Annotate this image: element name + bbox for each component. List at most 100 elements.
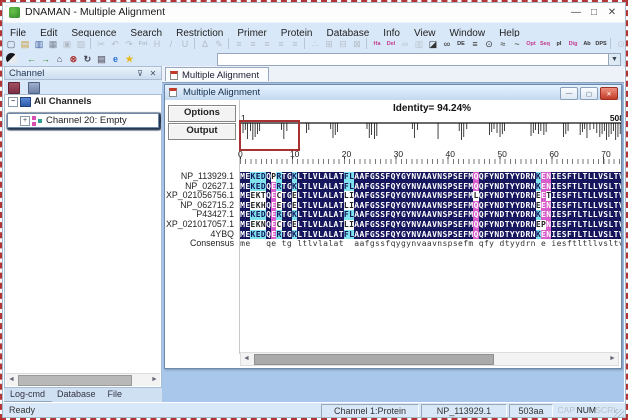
sequence-tool-icon[interactable]: Seq [539, 38, 551, 50]
address-combobox[interactable]: ▼ [217, 53, 621, 66]
alignment-row-XP_021056756.1: MEEKTQECTGELTLVLALATLIAAFGSSFQYGYNVAAVNS… [240, 191, 621, 201]
toolbar-separator [366, 38, 367, 49]
entry-list-icon[interactable]: ≡ [469, 38, 481, 50]
alignment-window-icon [169, 88, 177, 97]
stop-icon[interactable]: ⊗ [67, 53, 79, 65]
optimize-icon[interactable]: Opt [525, 38, 537, 50]
analysis-icon: ∴ [309, 38, 321, 50]
child-minimize-button[interactable]: — [560, 87, 578, 100]
forward-icon[interactable]: → [39, 53, 51, 65]
isoelectric-icon[interactable]: pI [553, 38, 565, 50]
ie-icon[interactable]: e [109, 53, 121, 65]
scroll-left-icon[interactable]: ◄ [241, 353, 252, 364]
alignment-row-P43427.1: MEKEDQERTGKLTLVLALATFLAAFGSSFQYGYNVAAVNS… [240, 210, 621, 220]
resize-grip[interactable] [614, 409, 624, 418]
scroll-right-icon[interactable]: ► [149, 374, 160, 385]
close-button[interactable]: ✕ [603, 4, 621, 20]
find-icon[interactable]: ∞ [441, 38, 453, 50]
options-button[interactable]: Options [168, 105, 236, 122]
dnaman-window: DNAMAN - Multiple Alignment — □ ✕ FileEd… [2, 2, 626, 418]
dps-icon[interactable]: DPS [595, 38, 607, 50]
bottom-tab-file[interactable]: File [102, 388, 129, 401]
gel-icon: ▥ [413, 38, 425, 50]
toolbar-separator [228, 38, 229, 49]
combo-dropdown-icon[interactable]: ▼ [608, 54, 620, 65]
alignment-rows: MEKEDQPRTGKLTLVLALATFLAAFGSSFQYGYNVAAVNS… [240, 172, 621, 249]
maximize-button[interactable]: □ [585, 4, 603, 20]
channel-icon [32, 116, 43, 126]
alignment-window-title: Multiple Alignment [183, 87, 260, 98]
scroll-thumb[interactable] [18, 375, 132, 386]
header-icon: H [151, 38, 163, 50]
screen: DNAMAN - Multiple Alignment — □ ✕ FileEd… [0, 0, 628, 420]
alignment-row-XP_021017057.1: MEEKNQECTGELTLVLALATLIAAFGSSFQYGYNVAAVNS… [240, 220, 621, 230]
child-close-button[interactable]: ✕ [600, 87, 618, 100]
bottom-tab-database[interactable]: Database [51, 388, 102, 401]
measure-icon[interactable]: ≈ [497, 38, 509, 50]
child-maximize-button[interactable]: ▢ [580, 87, 598, 100]
identity-label: Identity= 94.24% [240, 103, 621, 114]
restriction-map-icon[interactable]: Ha [371, 38, 383, 50]
insert-icon: ⊞ [323, 38, 335, 50]
output-button[interactable]: Output [168, 123, 236, 140]
status-channel: Channel 1:Protein [321, 404, 419, 418]
tree-root-all-channels[interactable]: −All Channels [5, 95, 161, 108]
menu-bar: FileEditSequenceSearchRestrictionPrimerP… [3, 22, 625, 38]
web-toolbar: ←→⌂⊗↻▤e★ ▼ [3, 52, 625, 67]
paste-icon: ▧ [75, 38, 87, 50]
graphic-icon[interactable]: ◪ [427, 38, 439, 50]
antibody-icon[interactable]: Ab [581, 38, 593, 50]
mdi-area: Multiple Alignment Multiple Alignment — … [162, 66, 624, 402]
main-toolbar: ▢▤▥▦▣▧✂↶↷FntH/UΔ✎≡≡≡≡≡∴⊞⊟⊠HaDel∞▥◪∞DE≡⊙≈… [3, 37, 625, 52]
digest-icon[interactable]: Dig [567, 38, 579, 50]
sequence-name: Consensus [165, 239, 237, 249]
save-channel-icon[interactable] [8, 82, 20, 94]
home-icon[interactable]: ⌂ [53, 53, 65, 65]
delete-site-icon[interactable]: Del [385, 38, 397, 50]
view-glasses-icon: ∞ [399, 38, 411, 50]
alignment-content: Options Output NP_113929.1NP_02627.1XP_0… [165, 100, 621, 368]
panel-close-icon[interactable]: ✕ [148, 69, 158, 79]
alignment-row-4YBQ: MEKEDQERTGKLTLVLALATFLAAFGSSFQYGYNVAAVNS… [240, 230, 621, 240]
alignment-row-NP_062715.2: MEEKHQEETGELTLVLALATLIAAFGSSFQYGYNVAAVNS… [240, 201, 621, 211]
save-icon[interactable]: ▥ [33, 38, 45, 50]
channel-panel: Channel ⊽ ✕ −All Channels+Channel 1: NP_… [4, 66, 162, 388]
channel-panel-header: Channel ⊽ ✕ [4, 66, 162, 80]
history-icon[interactable]: ⊙ [483, 38, 495, 50]
minimize-button[interactable]: — [567, 4, 585, 20]
new-icon[interactable]: ▢ [5, 38, 17, 50]
channel-item-20[interactable]: + Channel 20: Empty [7, 113, 159, 128]
alignment-row-NP_113929.1: MEKEDQPRTGKLTLVLALATFLAAFGSSFQYGYNVAAVNS… [240, 172, 621, 182]
curve-icon[interactable]: ~ [511, 38, 523, 50]
document-tab-multiple-alignment[interactable]: Multiple Alignment [165, 67, 269, 81]
favorites-icon[interactable]: ★ [123, 53, 135, 65]
alignment-window: Multiple Alignment — ▢ ✕ Options Output … [164, 84, 622, 369]
scroll-right-icon[interactable]: ► [607, 353, 618, 364]
status-bar: Ready Channel 1:Protein NP_113929.1 503a… [3, 402, 625, 418]
toolbar-separator [194, 38, 195, 49]
tree-hscrollbar[interactable]: ◄ ► [6, 373, 160, 386]
zoom-icon: ⊙ [615, 38, 625, 50]
align-left-icon: ≡ [233, 38, 245, 50]
load-channel-icon[interactable] [28, 82, 40, 94]
title-bar: DNAMAN - Multiple Alignment — □ ✕ [3, 4, 625, 22]
scroll-left-icon[interactable]: ◄ [6, 374, 17, 385]
bottom-tab-log-cmd[interactable]: Log-cmd [4, 388, 51, 401]
scroll-thumb[interactable] [254, 354, 494, 365]
print-icon[interactable]: ▦ [47, 38, 59, 50]
visible-region-marker[interactable] [239, 120, 300, 151]
channel-panel-toolbar [4, 80, 162, 94]
alignment-hscrollbar[interactable]: ◄ ► [240, 352, 619, 366]
collapse-icon[interactable]: − [8, 97, 18, 107]
back-icon[interactable]: ← [25, 53, 37, 65]
refresh-icon[interactable]: ↻ [81, 53, 93, 65]
channel-item-label: Channel 20: Empty [46, 115, 127, 126]
open-icon[interactable]: ▤ [19, 38, 31, 50]
caps-lock-indicator: CAP [558, 405, 575, 415]
expand-icon[interactable]: + [20, 116, 30, 126]
pin-icon[interactable]: ⊽ [135, 69, 145, 79]
underline-icon: U [179, 38, 191, 50]
edit-page-icon[interactable]: ▤ [95, 53, 107, 65]
cut-icon: ✂ [95, 38, 107, 50]
database-entry-icon[interactable]: DE [455, 38, 467, 50]
